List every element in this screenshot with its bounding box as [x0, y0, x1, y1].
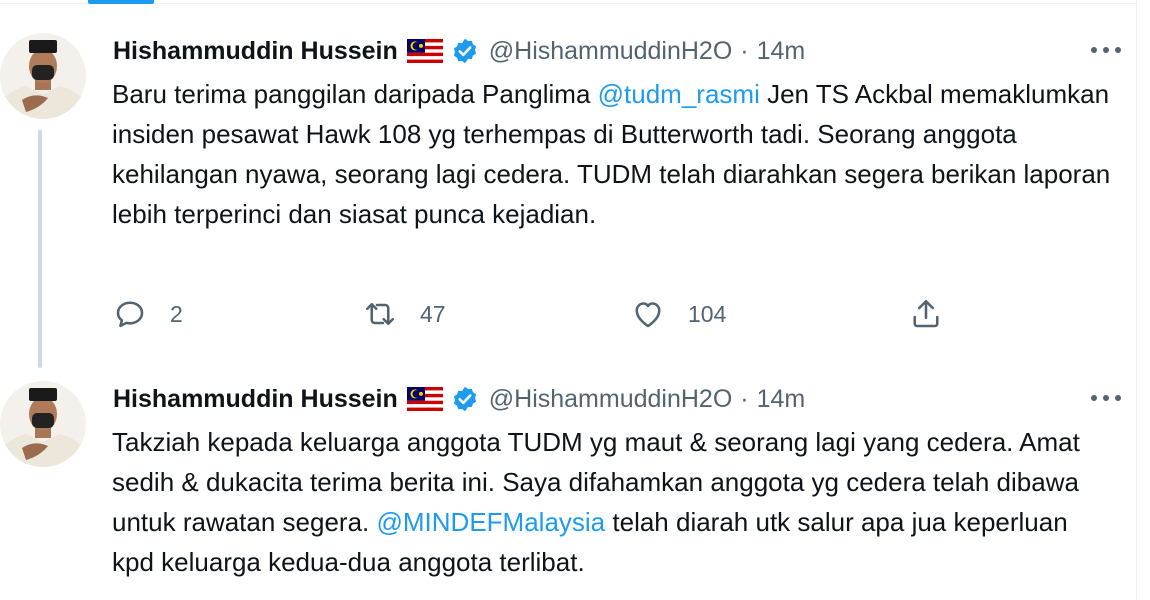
share-button[interactable] [908, 294, 944, 334]
author-handle[interactable]: @HishammuddinH2O [489, 37, 733, 66]
tweet-text-part: Baru terima panggilan daripada Panglima [112, 79, 598, 109]
more-dots-icon [1091, 47, 1121, 53]
column-divider [1136, 0, 1137, 600]
retweet-count: 47 [420, 300, 446, 327]
tweet[interactable]: Hishammuddin Hussein @HishammuddinH2O · … [0, 376, 1136, 600]
tweet-timestamp[interactable]: 14m [757, 37, 806, 66]
mention-link[interactable]: @tudm_rasmi [598, 79, 760, 109]
thread-connector-line [38, 130, 42, 368]
mention-link[interactable]: @MINDEFMalaysia [377, 507, 606, 537]
retweet-button[interactable]: 47 [362, 294, 446, 334]
verified-badge-icon [451, 385, 479, 413]
like-button[interactable]: 104 [630, 294, 726, 334]
malaysia-flag-icon [406, 387, 443, 411]
tweet-actions: 2 47 104 [112, 294, 992, 334]
tweet-timestamp[interactable]: 14m [757, 385, 806, 414]
author-name[interactable]: Hishammuddin Hussein [113, 37, 398, 66]
author-name[interactable]: Hishammuddin Hussein [113, 385, 398, 414]
active-tab-indicator [88, 0, 154, 4]
tweet-text: Takziah kepada keluarga anggota TUDM yg … [112, 422, 1112, 582]
top-divider [0, 3, 1136, 4]
avatar-image [0, 381, 86, 467]
tweet-text: Baru terima panggilan daripada Panglima … [112, 74, 1112, 234]
reply-icon [116, 301, 144, 328]
heart-icon [635, 302, 661, 328]
header-separator: · [740, 384, 749, 413]
reply-count: 2 [170, 300, 183, 327]
tweet-header: Hishammuddin Hussein @HishammuddinH2O · … [113, 34, 805, 68]
more-options-button[interactable] [1088, 384, 1124, 412]
like-count: 104 [688, 300, 727, 327]
avatar-image [0, 33, 86, 119]
retweet-icon [365, 302, 395, 326]
author-handle[interactable]: @HishammuddinH2O [489, 385, 733, 414]
header-separator: · [740, 36, 749, 65]
reply-button[interactable]: 2 [112, 294, 183, 334]
more-dots-icon [1091, 395, 1121, 401]
share-icon [913, 299, 939, 328]
verified-badge-icon [451, 37, 479, 65]
avatar[interactable] [0, 28, 86, 124]
tweet-header: Hishammuddin Hussein @HishammuddinH2O · … [113, 382, 805, 416]
malaysia-flag-icon [406, 39, 443, 63]
avatar[interactable] [0, 376, 86, 472]
tweet[interactable]: Hishammuddin Hussein @HishammuddinH2O · … [0, 28, 1136, 368]
more-options-button[interactable] [1088, 36, 1124, 64]
